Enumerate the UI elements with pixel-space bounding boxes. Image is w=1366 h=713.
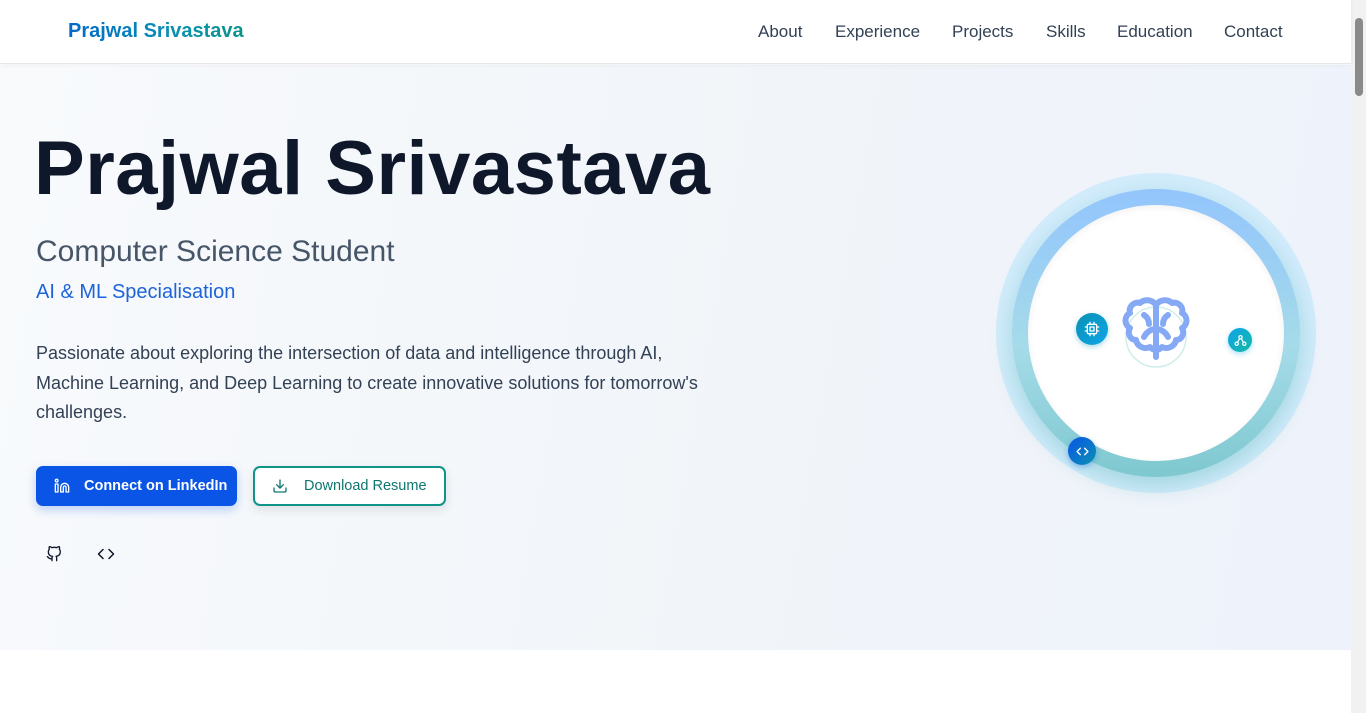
nav-link-skills[interactable]: Skills	[1046, 22, 1086, 42]
nav-link-education[interactable]: Education	[1117, 22, 1193, 42]
connect-linkedin-label: Connect on LinkedIn	[84, 478, 228, 494]
download-resume-label: Download Resume	[304, 478, 427, 494]
connect-linkedin-button[interactable]: Connect on LinkedIn	[36, 466, 237, 506]
nav-link-experience[interactable]: Experience	[835, 22, 920, 42]
navbar: Prajwal Srivastava About Experience Proj…	[0, 0, 1351, 64]
hero-visual	[996, 173, 1316, 493]
download-resume-button[interactable]: Download Resume	[253, 466, 446, 506]
linkedin-icon	[52, 476, 72, 496]
github-icon[interactable]	[43, 543, 65, 565]
code-icon[interactable]	[95, 543, 117, 565]
network-icon	[1228, 328, 1252, 352]
nav-links: About Experience Projects Skills Educati…	[0, 22, 1351, 42]
nav-link-projects[interactable]: Projects	[952, 22, 1013, 42]
hero-section: Prajwal Srivastava Computer Science Stud…	[0, 65, 1351, 650]
download-icon	[270, 476, 290, 496]
scrollbar[interactable]	[1351, 0, 1366, 713]
hero-title: Prajwal Srivastava	[34, 126, 711, 211]
code-icon	[1068, 437, 1096, 465]
scrollbar-thumb[interactable]	[1355, 18, 1363, 96]
brain-icon	[1108, 285, 1204, 381]
cpu-icon	[1076, 313, 1108, 345]
nav-link-about[interactable]: About	[758, 22, 802, 42]
hero-subtitle: Computer Science Student	[36, 235, 395, 268]
nav-link-contact[interactable]: Contact	[1224, 22, 1283, 42]
hero-specialisation: AI & ML Specialisation	[36, 281, 236, 303]
hero-description: Passionate about exploring the intersect…	[36, 343, 698, 422]
